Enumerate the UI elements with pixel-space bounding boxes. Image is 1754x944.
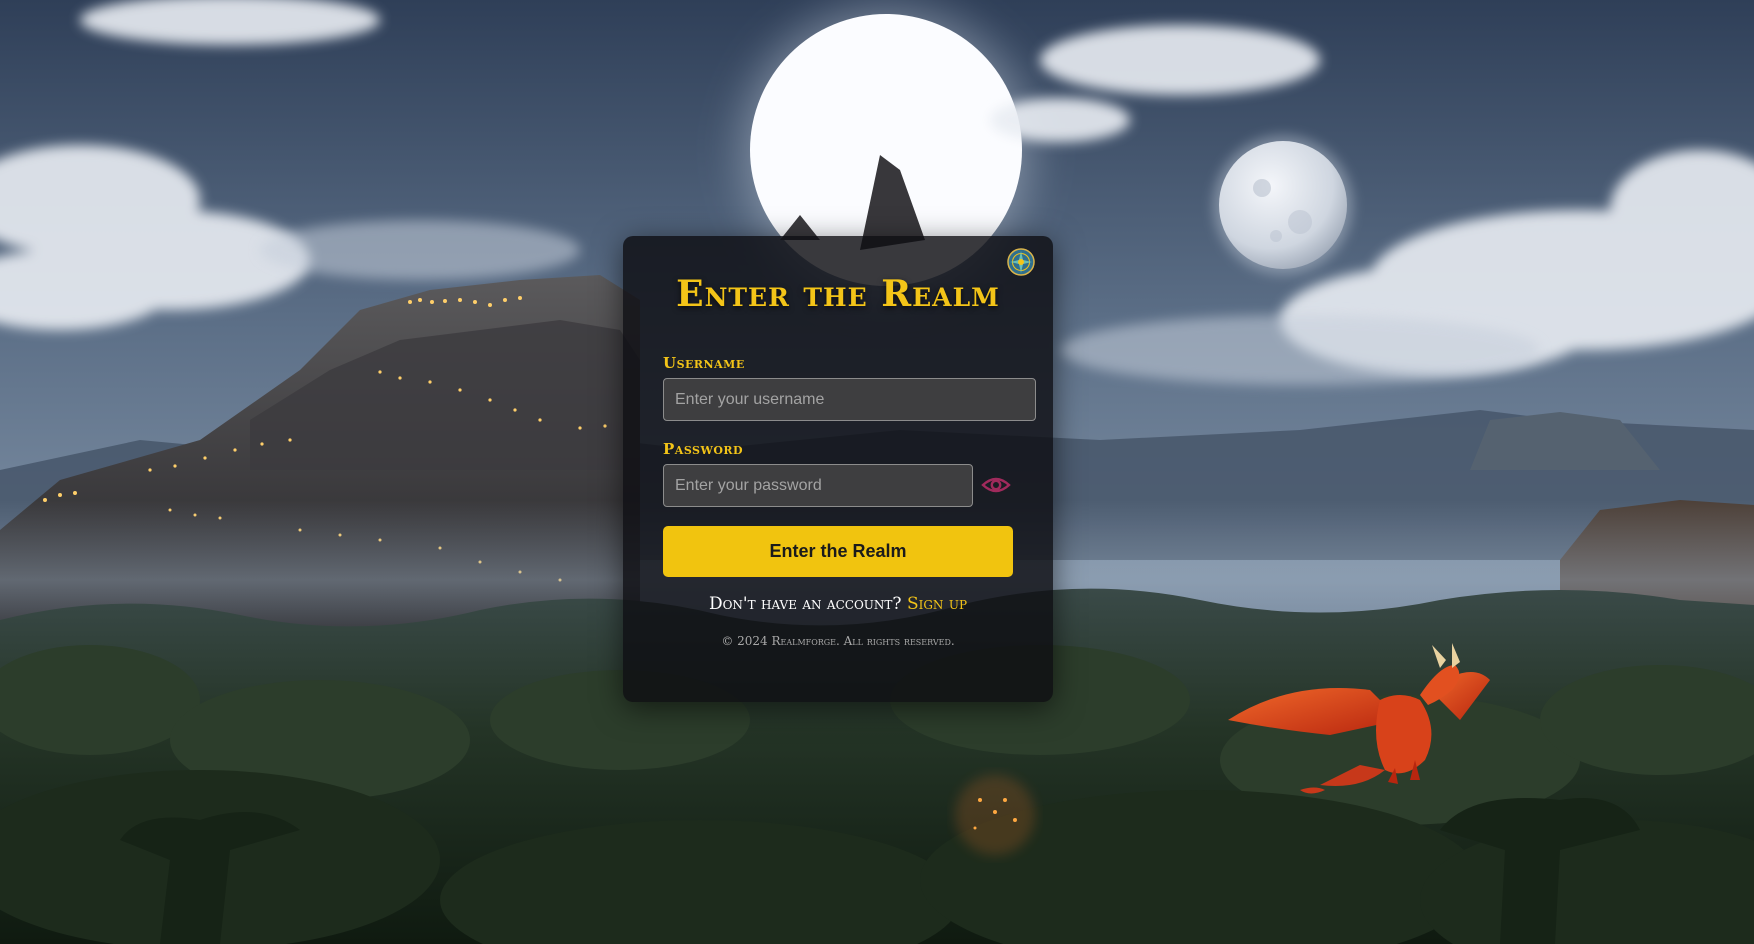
password-label: Password — [663, 440, 744, 458]
signup-prompt: Don't have an account? — [708, 594, 902, 614]
login-card: Enter the Realm Username Password Enter … — [623, 236, 1053, 702]
copyright-footer: © 2024 Realmforge. All rights reserved. — [721, 634, 955, 648]
signup-link[interactable]: Sign up — [907, 594, 967, 614]
realm-emblem-icon — [1007, 248, 1035, 276]
password-input[interactable] — [663, 464, 973, 507]
username-input[interactable] — [663, 378, 1036, 421]
signup-row: Don't have an account? Sign up — [623, 594, 1053, 614]
page-title: Enter the Realm — [676, 273, 1000, 315]
enter-realm-button[interactable]: Enter the Realm — [663, 526, 1013, 577]
eye-icon[interactable] — [981, 472, 1011, 498]
username-label: Username — [663, 354, 745, 372]
